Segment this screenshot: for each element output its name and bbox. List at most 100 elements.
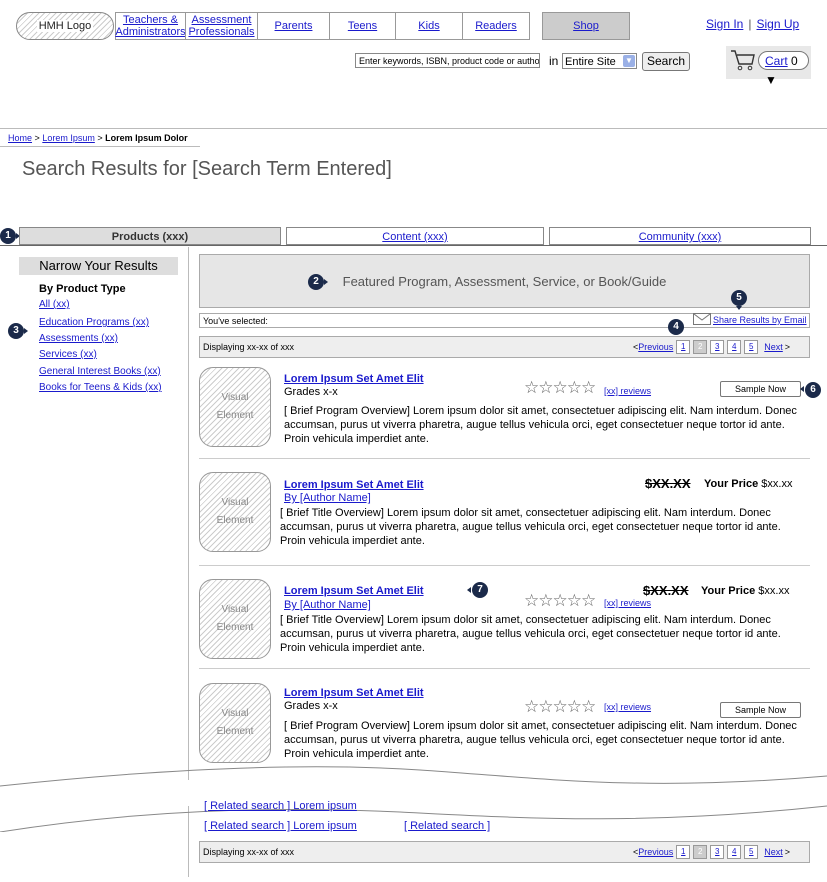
annotation-arrow bbox=[324, 279, 328, 285]
nav-tab-parents[interactable]: Parents bbox=[257, 12, 330, 40]
nav-tab-label: Readers bbox=[475, 20, 517, 32]
header-divider bbox=[0, 128, 827, 129]
featured-panel[interactable]: Featured Program, Assessment, Service, o… bbox=[199, 254, 810, 308]
nav-tab-label: Teachers & bbox=[122, 14, 179, 26]
result-divider bbox=[199, 668, 810, 669]
tab-products[interactable]: Products (xxx) bbox=[19, 227, 281, 245]
result-title-link[interactable]: Lorem Ipsum Set Amet Elit bbox=[284, 373, 424, 385]
search-button[interactable]: Search bbox=[642, 52, 690, 71]
annotation-arrow bbox=[736, 306, 742, 310]
tab-baseline bbox=[0, 245, 827, 246]
paging-count: Displaying xx-xx of xxx bbox=[203, 847, 295, 857]
pager-page[interactable]: 5 bbox=[744, 845, 759, 859]
annotation-arrow bbox=[467, 587, 471, 593]
result-description: [ Brief Title Overview] Lorem ipsum dolo… bbox=[280, 614, 781, 654]
breadcrumb-home[interactable]: Home bbox=[8, 133, 32, 143]
share-results[interactable]: Share Results by Email bbox=[693, 313, 807, 328]
result-divider bbox=[199, 458, 810, 459]
pager-page[interactable]: 1 bbox=[676, 845, 691, 859]
nav-tab-readers[interactable]: Readers bbox=[462, 12, 530, 40]
sample-now-button[interactable]: Sample Now bbox=[720, 702, 801, 718]
sign-in-link[interactable]: Sign In bbox=[706, 17, 743, 31]
sample-now-button[interactable]: Sample Now bbox=[720, 381, 801, 397]
tab-content[interactable]: Content (xxx) bbox=[286, 227, 544, 245]
reviews-link[interactable]: [xx] reviews bbox=[604, 598, 651, 608]
nav-tab-label: Professionals bbox=[188, 26, 255, 38]
nav-tab-label: Shop bbox=[573, 20, 599, 32]
sidebar-item-teens-kids[interactable]: Books for Teens & Kids (xx) bbox=[39, 382, 162, 393]
price-value: $xx.xx bbox=[761, 478, 793, 490]
annotation-badge: 4 bbox=[668, 319, 684, 335]
pager-prev-link[interactable]: Previous bbox=[638, 342, 673, 352]
breadcrumb-separator: > bbox=[97, 133, 103, 143]
result-title-link[interactable]: Lorem Ipsum Set Amet Elit bbox=[284, 585, 424, 597]
pager-page[interactable]: 1 bbox=[676, 340, 691, 354]
result-visual[interactable]: Visual Element bbox=[199, 367, 271, 447]
nav-tab-shop[interactable]: Shop bbox=[542, 12, 630, 40]
breadcrumb-divider bbox=[0, 146, 200, 147]
nav-tab-label: Kids bbox=[418, 20, 440, 32]
search-input[interactable]: Enter keywords, ISBN, product code or au… bbox=[355, 53, 540, 68]
sign-up-link[interactable]: Sign Up bbox=[756, 17, 799, 31]
tab-community[interactable]: Community (xxx) bbox=[549, 227, 811, 245]
scope-value: Entire Site bbox=[565, 56, 616, 68]
pager-page[interactable]: 3 bbox=[710, 340, 725, 354]
rating-stars[interactable]: ☆☆☆☆☆ bbox=[524, 697, 596, 717]
sidebar-item-general-interest[interactable]: General Interest Books (xx) bbox=[39, 366, 161, 377]
pager-page[interactable]: 4 bbox=[727, 340, 742, 354]
pager-next-link[interactable]: Next bbox=[764, 342, 783, 352]
pager-bottom: < Previous 1 2 3 4 5 Next > bbox=[633, 845, 790, 859]
pager-page-current: 2 bbox=[693, 845, 708, 859]
page-title: Search Results for [Search Term Entered] bbox=[22, 158, 392, 180]
price-value: $xx.xx bbox=[758, 585, 790, 597]
sidebar-item-education-programs[interactable]: Education Programs (xx) bbox=[39, 317, 149, 328]
share-link[interactable]: Share Results by Email bbox=[713, 315, 807, 325]
sidebar-item-all[interactable]: All (xx) bbox=[39, 299, 70, 310]
reviews-link[interactable]: [xx] reviews bbox=[604, 386, 651, 396]
rating-stars[interactable]: ☆☆☆☆☆ bbox=[524, 591, 596, 611]
author-link[interactable]: By [Author Name] bbox=[284, 492, 371, 504]
visual-label: Visual Element bbox=[216, 497, 254, 526]
pager-next-arrow: > bbox=[784, 342, 791, 352]
hmh-logo[interactable]: HMH Logo bbox=[16, 12, 114, 40]
pager-next-arrow: > bbox=[784, 847, 791, 857]
nav-tab-kids[interactable]: Kids bbox=[395, 12, 463, 40]
account-links: Sign In | Sign Up bbox=[706, 17, 799, 31]
result-title-link[interactable]: Lorem Ipsum Set Amet Elit bbox=[284, 687, 424, 699]
reviews-link[interactable]: [xx] reviews bbox=[604, 702, 651, 712]
pager-page[interactable]: 3 bbox=[710, 845, 725, 859]
result-visual[interactable]: Visual Element bbox=[199, 579, 271, 659]
breadcrumb-level1[interactable]: Lorem Ipsum bbox=[42, 133, 95, 143]
nav-tab-teachers[interactable]: Teachers & Administrators bbox=[115, 12, 186, 40]
breadcrumb-separator: > bbox=[34, 133, 40, 143]
sidebar-item-assessments[interactable]: Assessments (xx) bbox=[39, 333, 118, 344]
annotation-badge: 5 bbox=[731, 290, 747, 306]
author-link[interactable]: By [Author Name] bbox=[284, 599, 371, 611]
visual-label: Visual Element bbox=[216, 708, 254, 737]
result-visual[interactable]: Visual Element bbox=[199, 683, 271, 763]
sidebar-item-services[interactable]: Services (xx) bbox=[39, 349, 97, 360]
nav-tab-label: Parents bbox=[274, 20, 313, 32]
pager-page-current: 2 bbox=[693, 340, 708, 354]
tab-label: Community (xxx) bbox=[638, 231, 722, 243]
visual-label: Visual Element bbox=[216, 604, 254, 633]
featured-label: Featured Program, Assessment, Service, o… bbox=[342, 274, 667, 289]
search-scope-select[interactable]: Entire Site ▼ bbox=[562, 53, 637, 69]
nav-tab-assessment[interactable]: Assessment Professionals bbox=[185, 12, 258, 40]
pager-page[interactable]: 5 bbox=[744, 340, 759, 354]
nav-tab-teens[interactable]: Teens bbox=[329, 12, 396, 40]
annotation-badge: 6 bbox=[805, 382, 821, 398]
pager-page[interactable]: 4 bbox=[727, 845, 742, 859]
result-grades: Grades x-x bbox=[284, 700, 338, 712]
cart-icon[interactable] bbox=[730, 48, 756, 72]
pager-next-link[interactable]: Next bbox=[764, 847, 783, 857]
result-visual[interactable]: Visual Element bbox=[199, 472, 271, 552]
tab-label: Content (xxx) bbox=[382, 231, 448, 243]
result-title-link[interactable]: Lorem Ipsum Set Amet Elit bbox=[284, 479, 424, 491]
cart-button[interactable]: Cart 0 ▼ bbox=[758, 51, 809, 87]
page-break-overlay bbox=[0, 792, 827, 842]
separator: | bbox=[748, 17, 752, 31]
paging-count: Displaying xx-xx of xxx bbox=[203, 342, 295, 352]
rating-stars[interactable]: ☆☆☆☆☆ bbox=[524, 378, 596, 398]
pager-prev-link[interactable]: Previous bbox=[638, 847, 673, 857]
